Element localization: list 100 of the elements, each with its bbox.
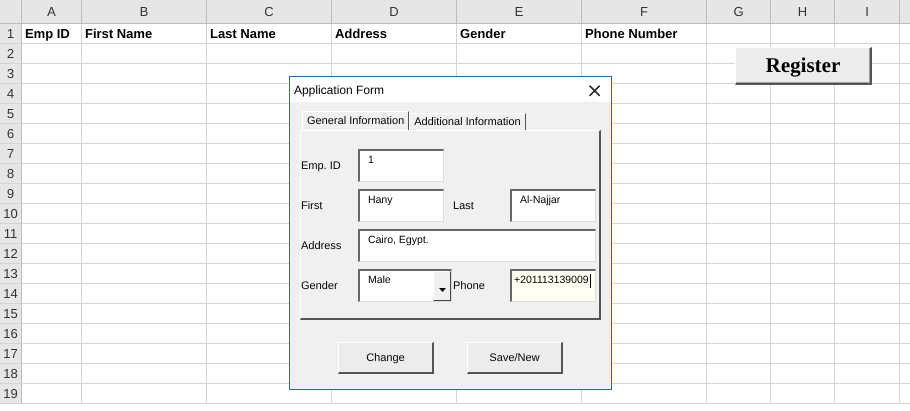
table-cell[interactable] [22,104,82,124]
table-cell[interactable] [82,264,207,284]
tab[interactable]: General Information [302,111,410,130]
row-header[interactable]: 15 [0,304,22,324]
row-header[interactable]: 1 [0,24,22,44]
row-header[interactable]: 3 [0,64,22,84]
column-header[interactable]: B [82,0,207,24]
table-cell[interactable] [22,284,82,304]
form-button[interactable]: Save/New [467,342,563,374]
table-cell[interactable] [707,384,771,404]
table-cell[interactable] [207,44,332,64]
table-cell[interactable] [835,244,900,264]
table-cell[interactable] [82,244,207,264]
table-cell[interactable] [82,124,207,144]
table-cell[interactable] [82,364,207,384]
row-header[interactable]: 8 [0,164,22,184]
table-cell[interactable] [835,284,900,304]
column-header[interactable]: I [835,0,900,24]
tab[interactable]: Additional Information [409,113,526,130]
table-cell[interactable] [22,124,82,144]
table-cell[interactable]: Emp ID [22,24,82,44]
table-cell[interactable] [22,304,82,324]
table-cell[interactable] [332,44,457,64]
table-cell[interactable] [835,304,900,324]
gender-dropdown[interactable]: Male [358,269,452,302]
table-cell[interactable] [707,284,771,304]
column-header[interactable]: E [457,0,582,24]
row-header[interactable]: 4 [0,84,22,104]
select-all-corner[interactable] [0,0,22,24]
table-cell[interactable] [82,184,207,204]
table-cell[interactable] [22,244,82,264]
table-cell[interactable] [82,104,207,124]
table-cell[interactable] [835,104,900,124]
column-header[interactable]: F [582,0,707,24]
table-cell[interactable] [835,324,900,344]
table-cell[interactable] [22,184,82,204]
table-cell[interactable] [82,84,207,104]
row-header[interactable]: 12 [0,244,22,264]
table-cell[interactable] [82,224,207,244]
table-cell[interactable] [771,204,835,224]
column-header[interactable]: A [22,0,82,24]
table-cell[interactable] [82,144,207,164]
table-cell[interactable] [835,144,900,164]
table-cell[interactable] [707,124,771,144]
table-cell[interactable] [707,144,771,164]
input-field[interactable]: Al-Najjar [510,189,596,222]
table-cell[interactable] [835,204,900,224]
column-header[interactable]: H [771,0,835,24]
row-header[interactable]: 17 [0,344,22,364]
table-cell[interactable] [771,344,835,364]
table-cell[interactable] [835,224,900,244]
table-cell[interactable] [707,324,771,344]
table-cell[interactable] [22,64,82,84]
table-cell[interactable] [835,264,900,284]
table-cell[interactable] [82,284,207,304]
table-cell[interactable] [707,304,771,324]
table-cell[interactable] [707,204,771,224]
table-cell[interactable] [22,344,82,364]
row-header[interactable]: 7 [0,144,22,164]
row-header[interactable]: 11 [0,224,22,244]
column-header[interactable]: C [207,0,332,24]
table-cell[interactable]: Last Name [207,24,332,44]
table-cell[interactable] [707,104,771,124]
table-cell[interactable] [82,204,207,224]
input-field[interactable]: Cairo, Egypt. [358,229,596,262]
row-header[interactable]: 5 [0,104,22,124]
table-cell[interactable] [771,284,835,304]
table-cell[interactable] [82,64,207,84]
table-cell[interactable] [771,104,835,124]
table-cell[interactable] [835,164,900,184]
table-cell[interactable] [22,324,82,344]
table-cell[interactable]: First Name [82,24,207,44]
table-cell[interactable] [82,304,207,324]
table-cell[interactable] [835,384,900,404]
input-field[interactable]: 1 [358,149,444,182]
table-cell[interactable]: Address [332,24,457,44]
table-cell[interactable] [835,184,900,204]
table-cell[interactable] [22,84,82,104]
column-header[interactable]: G [707,0,771,24]
table-cell[interactable] [771,364,835,384]
row-header[interactable]: 19 [0,384,22,404]
row-header[interactable]: 2 [0,44,22,64]
table-cell[interactable] [82,164,207,184]
table-cell[interactable] [707,184,771,204]
row-header[interactable]: 16 [0,324,22,344]
table-cell[interactable] [771,384,835,404]
table-cell[interactable] [22,144,82,164]
row-header[interactable]: 18 [0,364,22,384]
table-cell[interactable] [771,124,835,144]
row-header[interactable]: 6 [0,124,22,144]
column-header[interactable]: D [332,0,457,24]
row-header[interactable]: 13 [0,264,22,284]
table-cell[interactable] [835,364,900,384]
table-cell[interactable] [22,384,82,404]
table-cell[interactable] [22,164,82,184]
table-cell[interactable] [707,224,771,244]
table-cell[interactable] [771,324,835,344]
table-cell[interactable] [771,184,835,204]
table-cell[interactable] [707,244,771,264]
table-cell[interactable] [771,164,835,184]
